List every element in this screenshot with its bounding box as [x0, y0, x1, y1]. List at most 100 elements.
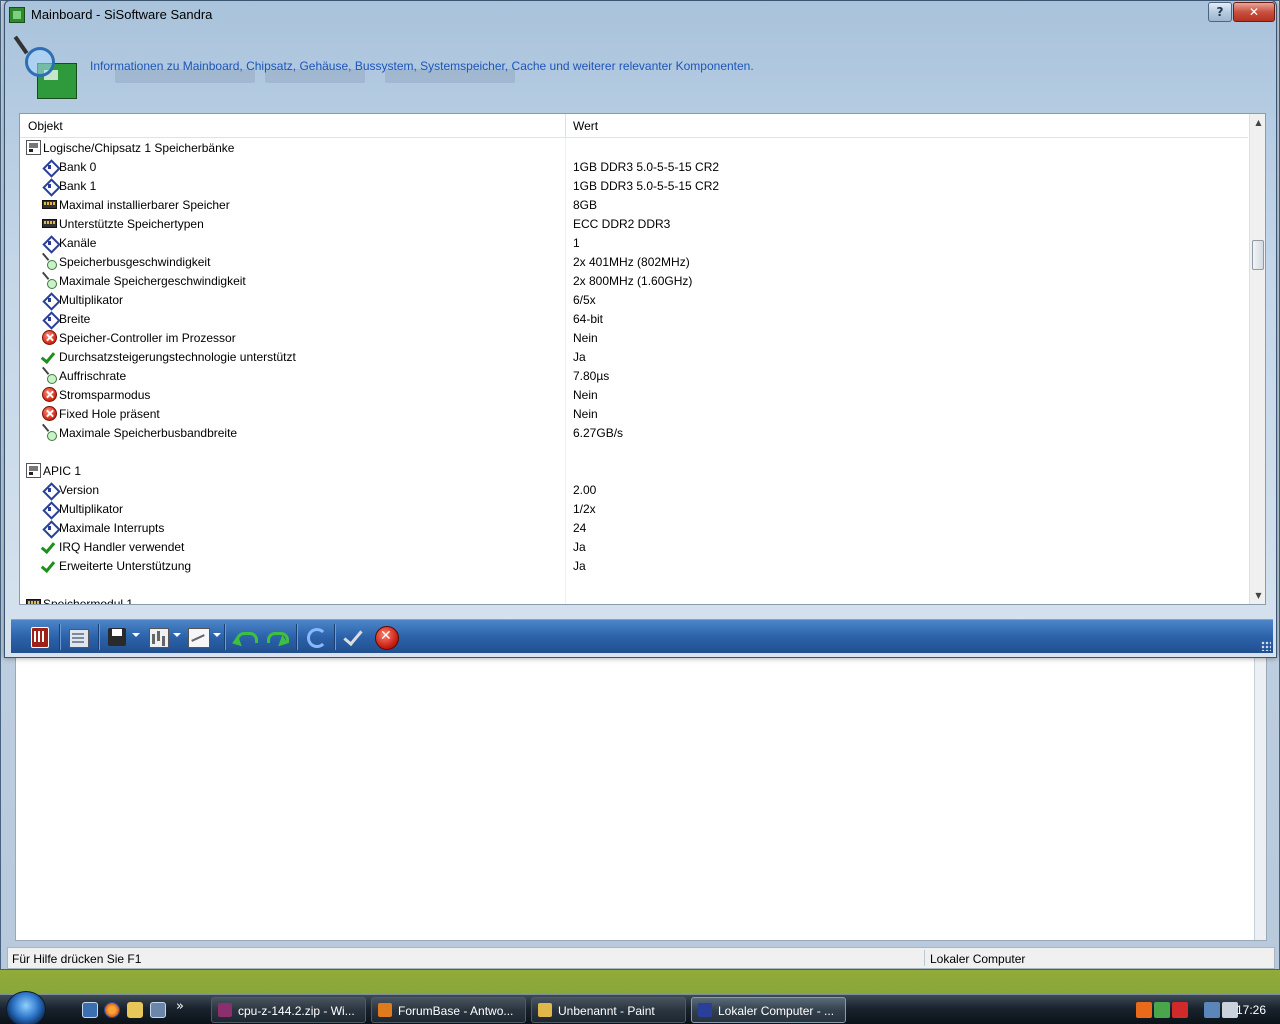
switch-windows-icon[interactable] — [150, 1002, 166, 1018]
row-label: Kanäle — [59, 236, 97, 250]
tray-network-icon[interactable] — [1154, 1002, 1170, 1018]
row-label: Speicher-Controller im Prozessor — [59, 331, 236, 345]
row-label: Maximale Speichergeschwindigkeit — [59, 274, 246, 288]
module-description: Informationen zu Mainboard, Chipsatz, Ge… — [90, 59, 754, 73]
tray-display-icon[interactable] — [1204, 1002, 1220, 1018]
tray-app-icon[interactable] — [1136, 1002, 1152, 1018]
forward-arrow-icon[interactable] — [262, 624, 290, 650]
taskbar-task-button[interactable]: Unbenannt - Paint — [531, 997, 686, 1023]
taskbar-clock[interactable]: 17:26 — [1236, 1003, 1266, 1017]
list-row[interactable]: Multiplikator 1/2x — [20, 499, 1248, 518]
quicklaunch-more-icon[interactable]: » — [176, 999, 184, 1014]
list-row[interactable]: APIC 1 — [20, 461, 1248, 480]
taskbar-task-button[interactable]: ForumBase - Antwo... — [371, 997, 526, 1023]
list-row[interactable]: Speicher-Controller im Prozessor Nein — [20, 328, 1248, 347]
row-label: APIC 1 — [43, 464, 82, 478]
list-row[interactable] — [20, 575, 1248, 594]
back-arrow-icon[interactable] — [230, 624, 258, 650]
row-label: Erweiterte Unterstützung — [59, 559, 192, 573]
save-dropdown-icon[interactable] — [132, 633, 140, 637]
row-value: 24 — [573, 521, 587, 535]
module-header: Informationen zu Mainboard, Chipsatz, Ge… — [5, 29, 1276, 101]
diamond-icon — [42, 311, 57, 326]
column-header-value[interactable]: Wert — [573, 119, 598, 133]
column-header-object[interactable]: Objekt — [28, 119, 63, 133]
start-button[interactable] — [6, 991, 46, 1024]
diamond-icon — [42, 520, 57, 535]
list-row[interactable]: Breite 64-bit — [20, 309, 1248, 328]
list-row[interactable]: Unterstützte Speichertypen ECC DDR2 DDR3 — [20, 214, 1248, 233]
close-button[interactable]: ✕ — [1233, 2, 1275, 22]
list-row[interactable]: Fixed Hole präsent Nein — [20, 404, 1248, 423]
firefox-icon[interactable] — [104, 1002, 120, 1018]
list-row[interactable]: Maximal installierbarer Speicher 8GB — [20, 195, 1248, 214]
list-row[interactable]: Durchsatzsteigerungstechnologie unterstü… — [20, 347, 1248, 366]
scroll-down-icon[interactable]: ▼ — [1250, 587, 1265, 604]
status-location: Lokaler Computer — [930, 952, 1026, 966]
list-row[interactable]: Multiplikator 6/5x — [20, 290, 1248, 309]
memory-module-icon — [26, 599, 41, 604]
details-list[interactable]: Objekt Wert Logische/Chipsatz 1 Speicher… — [19, 113, 1266, 605]
list-row[interactable]: Kanäle 1 — [20, 233, 1248, 252]
list-vertical-scrollbar[interactable]: ▲ ▼ — [1249, 114, 1265, 604]
taskbar-task-button[interactable]: Lokaler Computer - ... — [691, 997, 846, 1023]
mainboard-magnifier-icon — [13, 35, 83, 99]
resize-grip[interactable] — [1261, 641, 1271, 651]
delete-icon[interactable] — [25, 624, 53, 650]
list-row[interactable]: Maximale Speicherbusbandbreite 6.27GB/s — [20, 423, 1248, 442]
status-bar: Für Hilfe drücken Sie F1 Lokaler Compute… — [7, 947, 1275, 969]
list-row[interactable]: Speichermodul 1 — [20, 594, 1248, 604]
gauge-icon — [42, 254, 57, 270]
row-label: Fixed Hole präsent — [59, 407, 160, 421]
no-icon — [42, 330, 57, 345]
column-divider[interactable] — [565, 114, 566, 138]
row-value: 1GB DDR3 5.0-5-5-15 CR2 — [573, 160, 720, 174]
list-row[interactable]: Version 2.00 — [20, 480, 1248, 499]
status-help-text: Für Hilfe drücken Sie F1 — [12, 952, 142, 966]
list-row[interactable]: Maximale Speichergeschwindigkeit 2x 800MH… — [20, 271, 1248, 290]
row-label: Durchsatzsteigerungstechnologie unterstü… — [59, 350, 296, 364]
list-row[interactable]: Erweiterte Unterstützung Ja — [20, 556, 1248, 575]
chart-icon[interactable] — [144, 624, 172, 650]
scroll-up-icon[interactable]: ▲ — [1250, 114, 1265, 131]
ok-check-icon[interactable] — [339, 624, 367, 650]
show-desktop-icon[interactable] — [82, 1002, 98, 1018]
row-value: Ja — [573, 559, 586, 573]
title-bar[interactable]: Mainboard - SiSoftware Sandra ? ✕ — [5, 1, 1276, 29]
row-value: 1/2x — [573, 502, 596, 516]
row-value: 1 — [573, 236, 580, 250]
task-app-icon — [698, 1003, 712, 1017]
list-row[interactable]: IRQ Handler verwendet Ja — [20, 537, 1248, 556]
cancel-icon[interactable] — [372, 624, 400, 650]
memory-module-icon — [42, 219, 57, 228]
list-row[interactable]: Speicherbusgeschwindigkeit 2x 401MHz (802… — [20, 252, 1248, 271]
task-label: Unbenannt - Paint — [558, 1004, 655, 1018]
list-row[interactable]: Logische/Chipsatz 1 Speicherbänke — [20, 138, 1248, 157]
list-row[interactable]: Stromsparmodus Nein — [20, 385, 1248, 404]
toolbar-separator — [224, 624, 225, 650]
help-button[interactable]: ? — [1208, 2, 1232, 22]
list-row[interactable]: Maximale Interrupts 24 — [20, 518, 1248, 537]
list-row[interactable] — [20, 442, 1248, 461]
row-value: ECC DDR2 DDR3 — [573, 217, 671, 231]
taskbar-task-button[interactable]: cpu-z-144.2.zip - Wi... — [211, 997, 366, 1023]
report-icon[interactable] — [64, 624, 92, 650]
mail-icon[interactable] — [127, 1002, 143, 1018]
row-value: 6/5x — [573, 293, 596, 307]
row-label: Version — [59, 483, 100, 497]
graph-icon[interactable] — [184, 624, 212, 650]
list-row[interactable]: Bank 1 1GB DDR3 5.0-5-5-15 CR2 — [20, 176, 1248, 195]
mainboard-dialog: Mainboard - SiSoftware Sandra ? ✕ Inform… — [4, 0, 1277, 658]
graph-dropdown-icon[interactable] — [213, 633, 221, 637]
group-icon — [26, 140, 41, 155]
main-vertical-scrollbar[interactable] — [1254, 652, 1266, 940]
refresh-icon[interactable] — [301, 624, 329, 650]
save-icon[interactable] — [103, 624, 131, 650]
list-row[interactable]: Bank 0 1GB DDR3 5.0-5-5-15 CR2 — [20, 157, 1248, 176]
tray-antivirus-icon[interactable] — [1172, 1002, 1188, 1018]
gauge-icon — [42, 368, 57, 384]
list-row[interactable]: Auffrischrate 7.80µs — [20, 366, 1248, 385]
chart-dropdown-icon[interactable] — [173, 633, 181, 637]
row-value: Nein — [573, 388, 598, 402]
scroll-thumb[interactable] — [1252, 240, 1264, 270]
